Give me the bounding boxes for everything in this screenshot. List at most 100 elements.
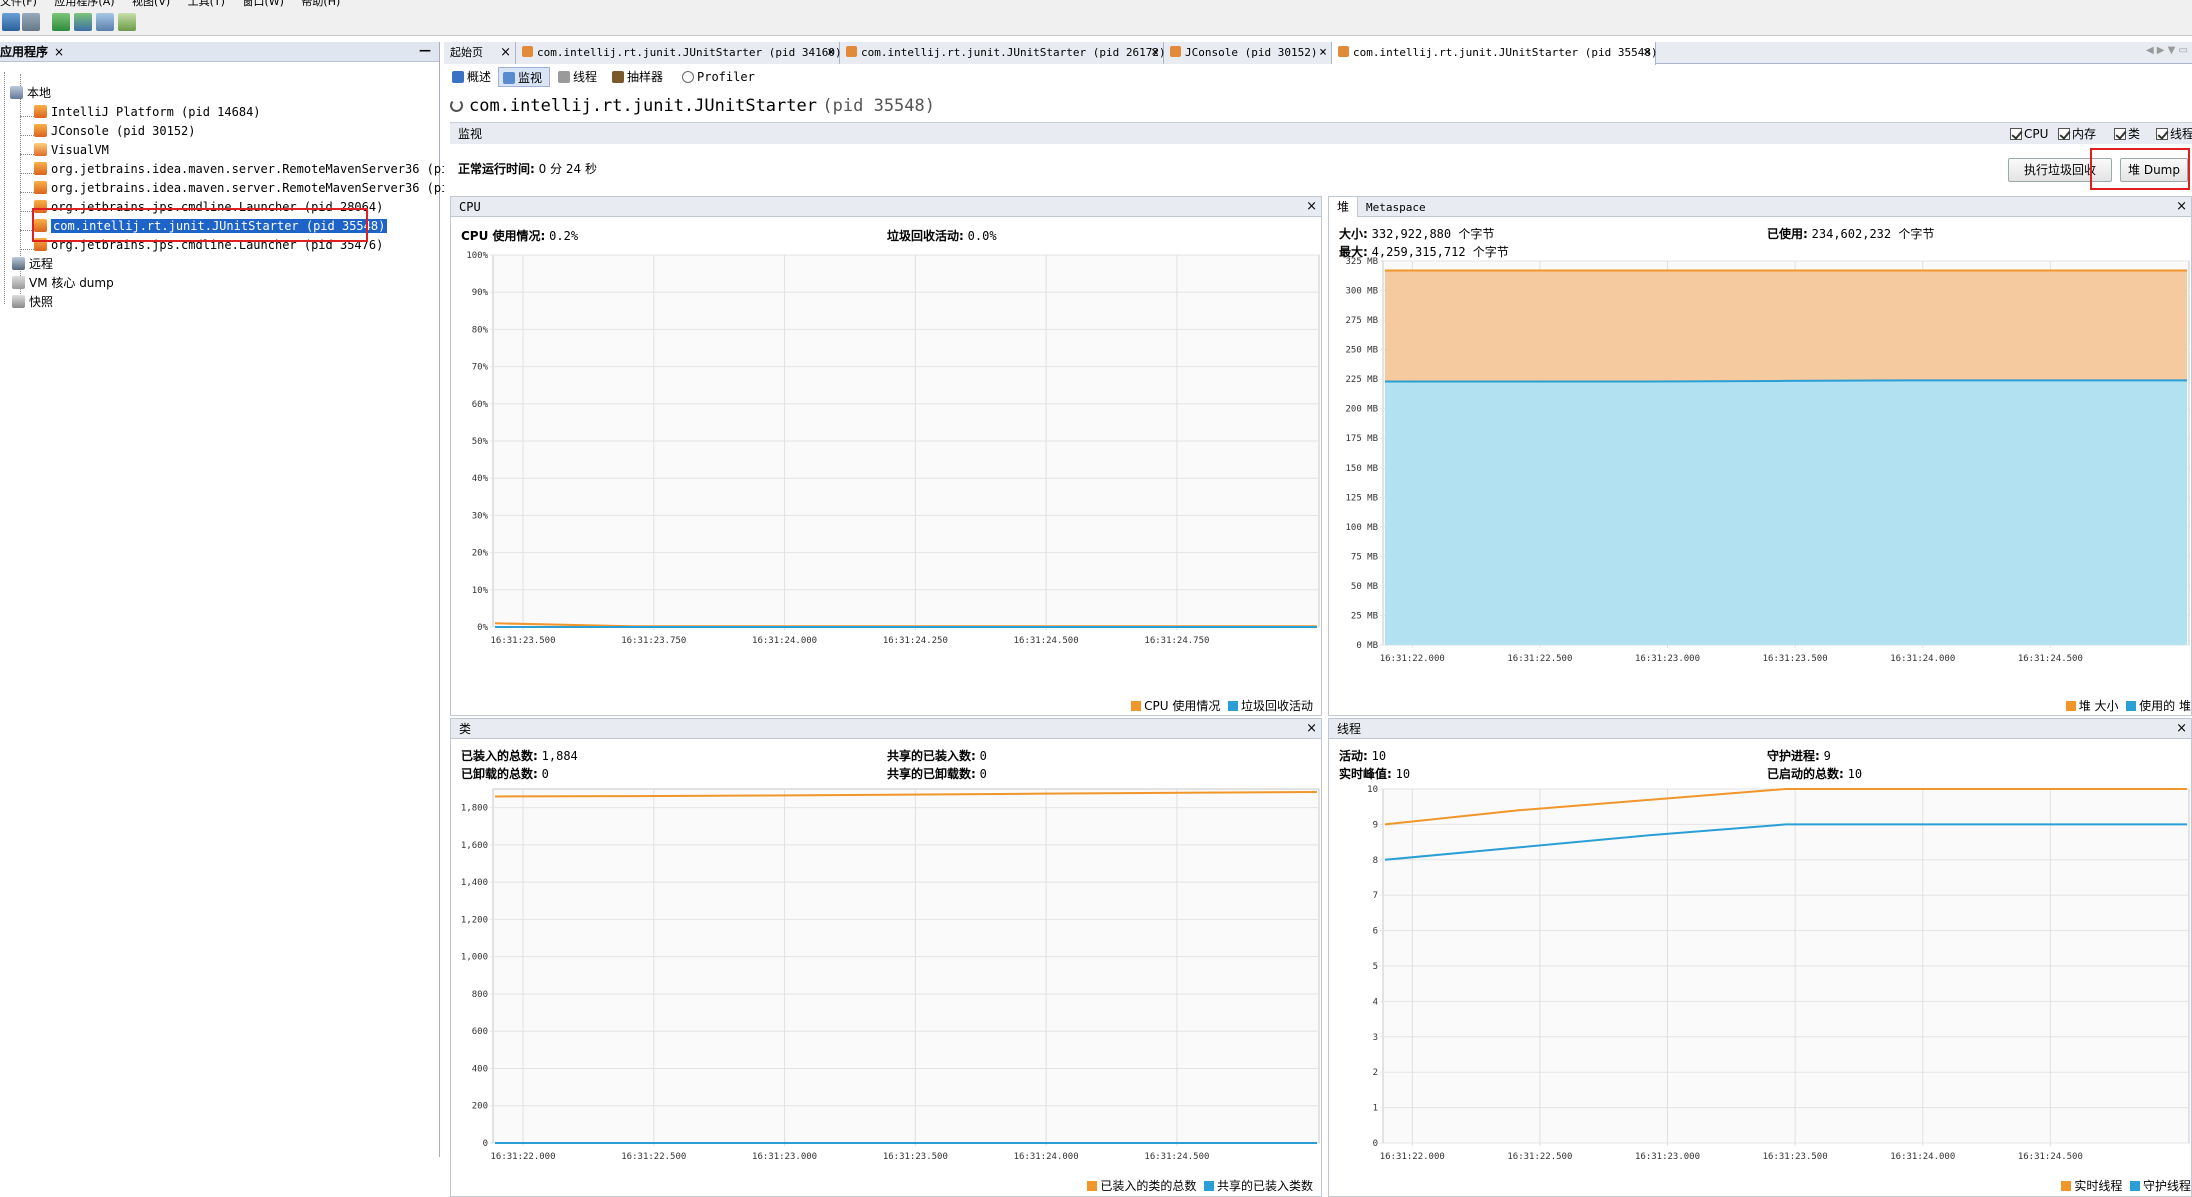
- tree-node-app[interactable]: VisualVM: [34, 141, 109, 159]
- cpu-checkbox[interactable]: CPU: [2010, 123, 2048, 145]
- y-tick-label: 325 MB: [1345, 257, 1378, 267]
- app-pid: (pid 35548): [822, 96, 935, 116]
- close-icon[interactable]: ×: [1306, 197, 1317, 217]
- x-tick-label: 16:31:22.500: [1507, 654, 1572, 664]
- y-tick-label: 200: [472, 1102, 488, 1112]
- x-tick-label: 16:31:22.000: [1380, 654, 1445, 664]
- java-icon: [34, 105, 47, 118]
- close-icon[interactable]: ×: [1643, 42, 1651, 64]
- x-tick-label: 16:31:24.500: [2018, 1152, 2083, 1162]
- tree-node-label: 本地: [27, 86, 52, 100]
- y-tick-label: 1,800: [461, 804, 488, 814]
- tab-metaspace[interactable]: Metaspace: [1358, 201, 1426, 214]
- menu-help[interactable]: 帮助(H): [301, 0, 340, 8]
- refresh-icon: [450, 99, 463, 112]
- highlight-box: [32, 208, 368, 242]
- y-tick-label: 1,000: [461, 953, 488, 963]
- tab-monitor[interactable]: 监视: [498, 67, 550, 87]
- save-icon[interactable]: [22, 13, 40, 31]
- tree-node-snapshot[interactable]: 快照: [12, 293, 53, 311]
- menu-tools[interactable]: 工具(T): [188, 0, 225, 8]
- open-file-icon[interactable]: [2, 13, 20, 31]
- close-icon[interactable]: ×: [1306, 719, 1317, 739]
- main-area: 起始页 × com.intellij.rt.junit.JUnitStarter …: [444, 42, 2192, 1197]
- tree-node-app[interactable]: IntelliJ Platform (pid 14684): [34, 103, 261, 121]
- uptime: 正常运行时间: 0 分 24 秒: [458, 162, 597, 176]
- tree-node-local[interactable]: 本地: [10, 84, 51, 102]
- threads-checkbox[interactable]: 线程: [2156, 123, 2192, 145]
- tab-junit-26172[interactable]: com.intellij.rt.junit.JUnitStarter (pid …: [840, 42, 1166, 64]
- menu-window[interactable]: 窗口(W): [242, 0, 283, 8]
- y-tick-label: 7: [1373, 891, 1378, 901]
- menu-bar: 文件(F) 应用程序(A) 视图(V) 工具(T) 窗口(W) 帮助(H): [0, 0, 2192, 8]
- classes-panel: 类 × 已装入的总数: 1,884 已卸载的总数: 0 共享的已装入数: 0 共享…: [450, 718, 1322, 1197]
- snapshot-icon[interactable]: [118, 13, 136, 31]
- document-tabs: 起始页 × com.intellij.rt.junit.JUnitStarter …: [444, 42, 2192, 65]
- memory-checkbox[interactable]: 内存: [2058, 123, 2096, 145]
- heap-panel: 堆 Metaspace × 大小: 332,922,880 个字节 最大: 4,2…: [1328, 196, 2192, 716]
- classes-checkbox[interactable]: 类: [2114, 123, 2140, 145]
- y-tick-label: 1: [1373, 1104, 1378, 1114]
- tab-sampler[interactable]: 抽样器: [608, 67, 674, 87]
- heap-panel-header: 堆 Metaspace ×: [1329, 197, 2191, 217]
- y-tick-label: 8: [1373, 856, 1378, 866]
- tab-junit-35548[interactable]: com.intellij.rt.junit.JUnitStarter (pid …: [1332, 42, 1658, 65]
- y-tick-label: 225 MB: [1345, 375, 1378, 385]
- close-icon[interactable]: ×: [2176, 719, 2187, 739]
- minimize-icon[interactable]: —: [419, 40, 431, 60]
- add-jmx-icon[interactable]: [52, 13, 70, 31]
- close-icon[interactable]: ×: [1151, 42, 1159, 64]
- tree-node-app[interactable]: org.jetbrains.idea.maven.server.RemoteMa…: [34, 179, 499, 197]
- remote-icon: [12, 257, 25, 270]
- y-tick-label: 4: [1373, 997, 1378, 1007]
- close-icon[interactable]: ×: [827, 42, 835, 64]
- heap-dump-icon[interactable]: [96, 13, 114, 31]
- tab-jconsole[interactable]: JConsole (pid 30152) ×: [1164, 42, 1332, 64]
- close-icon[interactable]: ×: [500, 42, 511, 64]
- menu-application[interactable]: 应用程序(A): [54, 0, 114, 8]
- x-tick-label: 16:31:23.750: [621, 636, 686, 646]
- add-remote-icon[interactable]: [74, 13, 92, 31]
- java-icon: [1170, 46, 1181, 57]
- y-tick-label: 6: [1373, 927, 1378, 937]
- tab-profiler[interactable]: Profiler: [678, 67, 755, 87]
- tab-heap[interactable]: 堆: [1329, 197, 1359, 217]
- tab-start-page[interactable]: 起始页 ×: [444, 42, 516, 64]
- y-tick-label: 300 MB: [1345, 287, 1378, 297]
- visualvm-icon: [34, 143, 47, 156]
- close-icon[interactable]: ×: [54, 42, 64, 62]
- tab-overview[interactable]: 概述: [448, 67, 494, 87]
- heap-chart: 0 MB 25 MB 50 MB 75 MB 100 MB 125 MB 150 MB 175…: [1345, 257, 2190, 664]
- tree-node-app[interactable]: org.jetbrains.idea.maven.server.RemoteMa…: [34, 160, 506, 178]
- threads-live: 活动: 10: [1339, 749, 1387, 763]
- cpu-chart: 0% 10% 20% 30% 40% 50% 60% 70% 80% 90% 100% 16:31:2…: [466, 251, 1320, 646]
- menu-view[interactable]: 视图(V): [132, 0, 170, 8]
- tab-junit-34160[interactable]: com.intellij.rt.junit.JUnitStarter (pid …: [516, 42, 842, 64]
- tab-threads[interactable]: 线程: [554, 67, 604, 87]
- plot-area: [492, 788, 1320, 1144]
- heap-size: 大小: 332,922,880 个字节: [1339, 227, 1495, 241]
- y-tick-label: 70%: [472, 363, 489, 373]
- sampler-icon: [612, 71, 624, 83]
- tree-node-vm-core[interactable]: VM 核心 dump: [12, 274, 114, 292]
- y-tick-label: 1,400: [461, 878, 488, 888]
- tab-scroll-arrows[interactable]: ◀ ▶ ▼ ▭: [2146, 45, 2188, 56]
- x-tick-label: 16:31:22.000: [1380, 1152, 1445, 1162]
- y-tick-label: 25 MB: [1351, 611, 1378, 621]
- tree-node-app[interactable]: JConsole (pid 30152): [34, 122, 196, 140]
- java-icon: [34, 124, 47, 137]
- close-icon[interactable]: ×: [2176, 197, 2187, 217]
- x-tick-label: 16:31:23.000: [1635, 654, 1700, 664]
- y-tick-label: 3: [1373, 1033, 1378, 1043]
- x-tick-label: 16:31:24.000: [1890, 1152, 1955, 1162]
- x-tick-label: 16:31:24.500: [1014, 636, 1079, 646]
- tree-node-remote[interactable]: 远程: [12, 255, 53, 273]
- close-icon[interactable]: ×: [1319, 42, 1327, 64]
- java-icon: [1338, 46, 1349, 57]
- java-icon: [34, 181, 47, 194]
- menu-file[interactable]: 文件(F): [0, 0, 37, 8]
- y-tick-label: 100%: [466, 251, 488, 261]
- y-tick-label: 200 MB: [1345, 405, 1378, 415]
- y-tick-label: 50 MB: [1351, 582, 1378, 592]
- x-tick-label: 16:31:22.500: [1507, 1152, 1572, 1162]
